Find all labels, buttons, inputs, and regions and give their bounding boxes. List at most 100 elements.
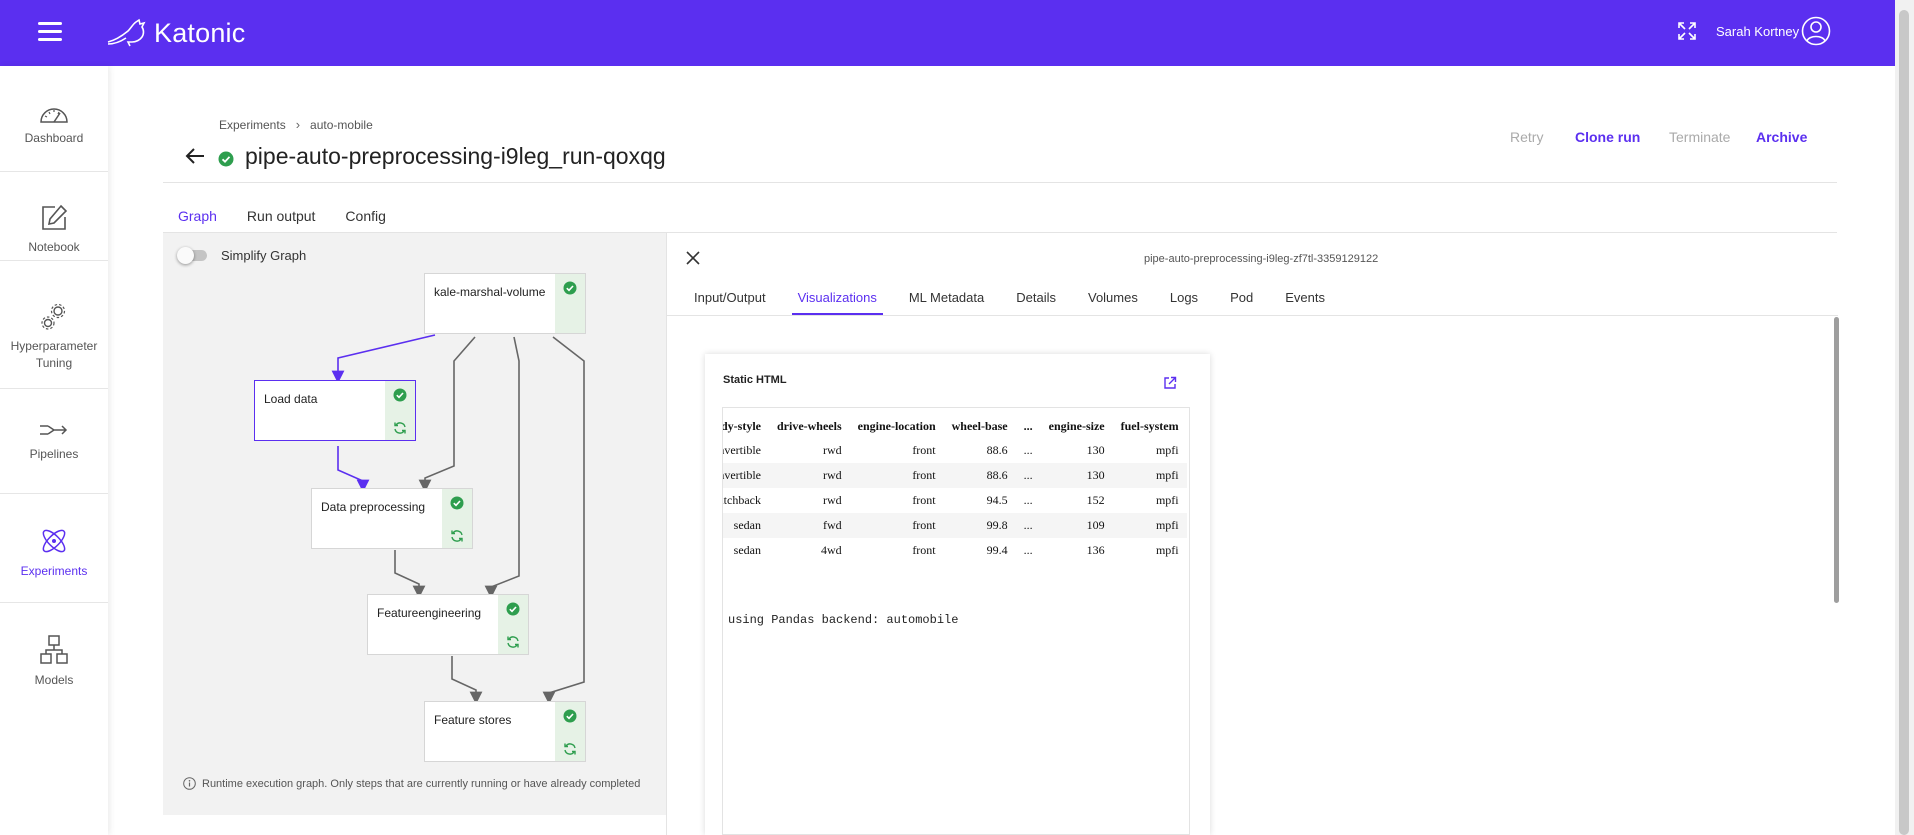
table-row: convertible rwd front 88.6 ... 130 mpfi [723, 463, 1187, 488]
terminate-button[interactable]: Terminate [1669, 129, 1730, 145]
table-cell: ... [1015, 513, 1041, 538]
graph-node-data-preprocessing[interactable]: Data preprocessing [311, 488, 473, 549]
sidebar-divider [0, 602, 108, 603]
graph-node-load-data[interactable]: Load data [254, 380, 416, 441]
sidebar: Dashboard Notebook Hyperparameter Tuning… [0, 66, 108, 835]
breadcrumb-auto-mobile[interactable]: auto-mobile [310, 118, 373, 132]
retry-button[interactable]: Retry [1510, 129, 1543, 145]
breadcrumb-separator: › [295, 117, 301, 132]
menu-icon[interactable] [38, 22, 62, 42]
column-header: fuel-system [1120, 418, 1179, 433]
table-cell: 130 [1086, 443, 1105, 457]
cached-refresh-icon [564, 743, 576, 755]
node-status-bar [498, 595, 528, 654]
user-avatar-icon[interactable] [1801, 16, 1831, 46]
tab-pod[interactable]: Pod [1214, 290, 1269, 312]
brand-logo[interactable]: Katonic [106, 16, 245, 50]
page-scrollbar[interactable] [1895, 0, 1914, 835]
close-icon[interactable] [685, 250, 701, 266]
tab-volumes[interactable]: Volumes [1072, 290, 1154, 312]
edge-kale-to-load [331, 334, 436, 384]
table-cell: rwd [768, 463, 850, 488]
table-cell: mpfi [1155, 493, 1179, 507]
tab-visualizations[interactable]: Visualizations [782, 290, 893, 315]
detail-scrollbar[interactable] [1834, 317, 1839, 835]
table-cell: front [849, 463, 944, 488]
node-label: Load data [264, 392, 318, 406]
tab-logs[interactable]: Logs [1154, 290, 1214, 312]
graph-node-kale-marshal-volume[interactable]: kale-marshal-volume [424, 273, 586, 334]
tab-input-output[interactable]: Input/Output [678, 290, 782, 312]
table-cell: mpfi [1155, 443, 1179, 457]
table-cell: 109 [1040, 513, 1113, 538]
table-cell: ... [1023, 493, 1033, 507]
table-cell: 136 [1086, 543, 1105, 557]
column-header: wheel-base [951, 418, 1008, 433]
pandas-backend-text: using Pandas backend: automobile [728, 613, 959, 627]
models-icon [40, 635, 68, 664]
table-cell: 130 [1040, 463, 1113, 488]
graph-note-text: Runtime execution graph. Only steps that… [202, 777, 641, 790]
graph-node-featureengineering[interactable]: Featureengineering [367, 594, 529, 655]
archive-button[interactable]: Archive [1756, 129, 1807, 145]
simplify-graph-toggle[interactable] [177, 247, 209, 264]
detail-tabs: Input/Output Visualizations ML Metadata … [678, 290, 1341, 315]
sidebar-item-label: Models [34, 673, 74, 687]
edge-kale-to-feature-stores [542, 336, 585, 705]
success-check-icon [393, 388, 407, 402]
top-app-bar: Katonic Sarah Kortney [0, 0, 1895, 66]
sidebar-item-notebook[interactable]: Notebook [0, 203, 108, 256]
table-row: sedan 4wd front 99.4 ... 136 mpfi [723, 538, 1187, 563]
table-cell: front [912, 543, 936, 557]
dataframe-table: body-style drive-wheels engine-location … [723, 414, 1187, 563]
page-scrollbar-thumb[interactable] [1899, 10, 1909, 835]
back-arrow-icon[interactable] [184, 146, 206, 166]
header-divider [163, 182, 1837, 183]
tab-ml-metadata[interactable]: ML Metadata [893, 290, 1000, 312]
viz-title: Static HTML [723, 374, 787, 386]
table-cell: convertible [723, 443, 761, 457]
clone-run-button[interactable]: Clone run [1575, 129, 1640, 145]
tab-run-output[interactable]: Run output [232, 208, 331, 232]
static-html-card: Static HTML body-style drive-wheels engi… [705, 354, 1210, 835]
sidebar-item-label: Dashboard [24, 131, 84, 145]
tab-details[interactable]: Details [1000, 290, 1072, 312]
open-in-new-icon[interactable] [1163, 376, 1177, 390]
kangaroo-icon [107, 18, 146, 47]
table-cell: 99.8 [943, 513, 1016, 538]
table-cell: 88.6 [986, 443, 1008, 457]
user-name[interactable]: Sarah Kortney [1716, 24, 1799, 39]
sidebar-divider [0, 388, 108, 389]
sidebar-item-experiments[interactable]: Experiments [0, 525, 108, 580]
node-label: kale-marshal-volume [434, 285, 546, 299]
sidebar-divider [0, 493, 108, 494]
node-label: Data preprocessing [321, 500, 426, 514]
step-detail-panel: pipe-auto-preprocessing-i9leg-zf7tl-3359… [666, 233, 1839, 835]
sidebar-item-dashboard[interactable]: Dashboard [0, 104, 108, 147]
static-html-frame[interactable]: body-style drive-wheels engine-location … [722, 407, 1190, 835]
node-status-bar [555, 274, 585, 333]
node-status-bar [385, 381, 415, 440]
detail-scrollbar-thumb[interactable] [1834, 317, 1839, 603]
tab-events[interactable]: Events [1269, 290, 1341, 312]
edge-feature-eng-to-feature-stores [451, 656, 483, 705]
table-header-row: body-style drive-wheels engine-location … [723, 414, 1187, 438]
breadcrumb-experiments[interactable]: Experiments [219, 118, 286, 132]
sidebar-item-models[interactable]: Models [0, 634, 108, 689]
table-cell: sedan [723, 513, 769, 538]
table-cell: mpfi [1112, 463, 1187, 488]
cached-refresh-icon [394, 422, 406, 434]
column-header: engine-size [1048, 418, 1105, 433]
sidebar-item-hyperparameter-tuning[interactable]: Hyperparameter Tuning [0, 302, 108, 372]
fullscreen-icon[interactable] [1678, 22, 1696, 40]
sidebar-item-pipelines[interactable]: Pipelines [0, 420, 108, 463]
tab-graph[interactable]: Graph [163, 208, 232, 234]
speedometer-icon [40, 108, 68, 123]
table-cell: 94.5 [986, 493, 1008, 507]
graph-panel: Simplify Graph kale-marshal-volume Load … [163, 233, 666, 815]
success-check-icon [450, 496, 464, 510]
graph-node-feature-stores[interactable]: Feature stores [424, 701, 586, 762]
sidebar-item-label: Experiments [20, 564, 88, 578]
tab-config[interactable]: Config [330, 208, 400, 232]
sidebar-item-label: Pipelines [29, 447, 79, 461]
